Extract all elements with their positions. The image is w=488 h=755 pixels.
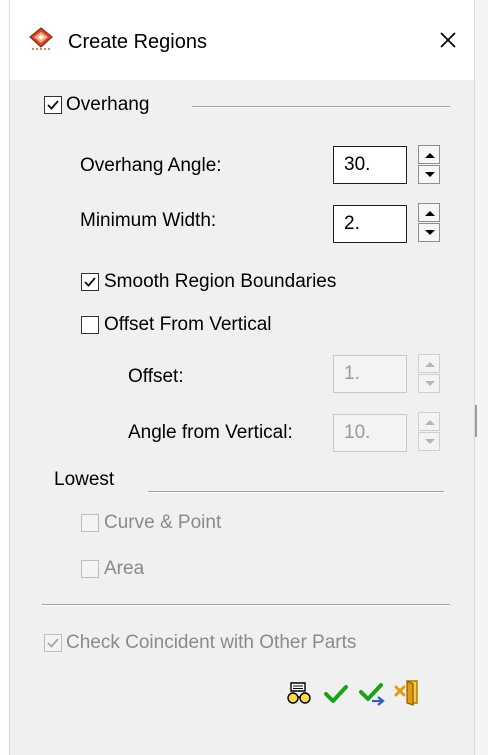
preview-icon — [287, 682, 311, 704]
smooth-region-boundaries-label: Smooth Region Boundaries — [104, 271, 337, 292]
overhang-angle-label: Overhang Angle: — [80, 155, 222, 176]
apply-check-icon — [359, 683, 385, 706]
background-fragment — [475, 405, 477, 437]
section-divider-highlight — [42, 605, 450, 606]
spin-up-button[interactable] — [418, 203, 440, 222]
spin-up-icon — [425, 420, 435, 425]
spin-down-button[interactable] — [418, 165, 440, 184]
curve-and-point-checkbox[interactable] — [81, 514, 99, 532]
check-coincident-checkbox[interactable] — [44, 634, 62, 652]
smooth-region-boundaries-checkbox[interactable] — [81, 273, 99, 291]
area-checkbox[interactable] — [81, 560, 99, 578]
offset-spinner[interactable] — [418, 354, 440, 394]
close-button[interactable] — [430, 22, 466, 58]
ok-check-icon — [324, 685, 348, 703]
check-coincident-label: Check Coincident with Other Parts — [66, 632, 357, 653]
exit-button[interactable] — [393, 678, 421, 706]
spin-up-icon — [425, 362, 435, 367]
spin-down-button[interactable] — [418, 432, 440, 451]
angle-from-vertical-input[interactable]: 10. — [333, 414, 407, 452]
minimum-width-spinner[interactable] — [418, 203, 440, 243]
window-title: Create Regions — [68, 31, 207, 53]
checkmark-icon — [47, 100, 59, 110]
spin-up-icon — [425, 153, 435, 158]
spin-up-button[interactable] — [418, 145, 440, 164]
background-edge-right — [475, 0, 488, 755]
create-regions-dialog: Create Regions Overhang Overhang Angle: … — [9, 0, 475, 755]
offset-label: Offset: — [128, 366, 184, 387]
exit-icon — [394, 680, 418, 706]
preview-button[interactable] — [285, 679, 313, 707]
angle-from-vertical-label: Angle from Vertical: — [128, 422, 293, 443]
area-label: Area — [104, 558, 145, 579]
spin-down-icon — [425, 381, 435, 386]
spin-up-button[interactable] — [418, 354, 440, 373]
angle-from-vertical-spinner[interactable] — [418, 412, 440, 452]
offset-input[interactable]: 1. — [333, 355, 407, 393]
minimum-width-input[interactable]: 2. — [333, 205, 407, 243]
title-bar[interactable]: Create Regions — [10, 0, 474, 80]
lowest-group-label: Lowest — [54, 469, 115, 490]
ok-button[interactable] — [322, 680, 350, 708]
spin-down-icon — [425, 439, 435, 444]
overhang-group-divider-highlight — [192, 107, 450, 108]
offset-from-vertical-checkbox[interactable] — [81, 316, 99, 334]
checkmark-icon — [84, 277, 96, 287]
overhang-label: Overhang — [66, 94, 150, 115]
spin-up-button[interactable] — [418, 412, 440, 431]
spin-down-icon — [425, 230, 435, 235]
close-icon — [440, 32, 456, 48]
spin-down-button[interactable] — [418, 223, 440, 242]
lowest-group-divider-highlight — [148, 492, 444, 493]
spin-down-button[interactable] — [418, 374, 440, 393]
curve-and-point-label: Curve & Point — [104, 512, 222, 533]
background-edge-left — [0, 0, 9, 755]
overhang-checkbox[interactable] — [44, 96, 62, 114]
minimum-width-label: Minimum Width: — [80, 210, 217, 231]
overhang-angle-input[interactable]: 30. — [333, 146, 407, 184]
apply-button[interactable] — [358, 680, 386, 708]
checkmark-icon — [47, 638, 59, 648]
overhang-angle-spinner[interactable] — [418, 145, 440, 185]
spin-down-icon — [425, 172, 435, 177]
create-regions-app-icon — [28, 26, 54, 52]
offset-from-vertical-label: Offset From Vertical — [104, 314, 272, 335]
spin-up-icon — [425, 211, 435, 216]
